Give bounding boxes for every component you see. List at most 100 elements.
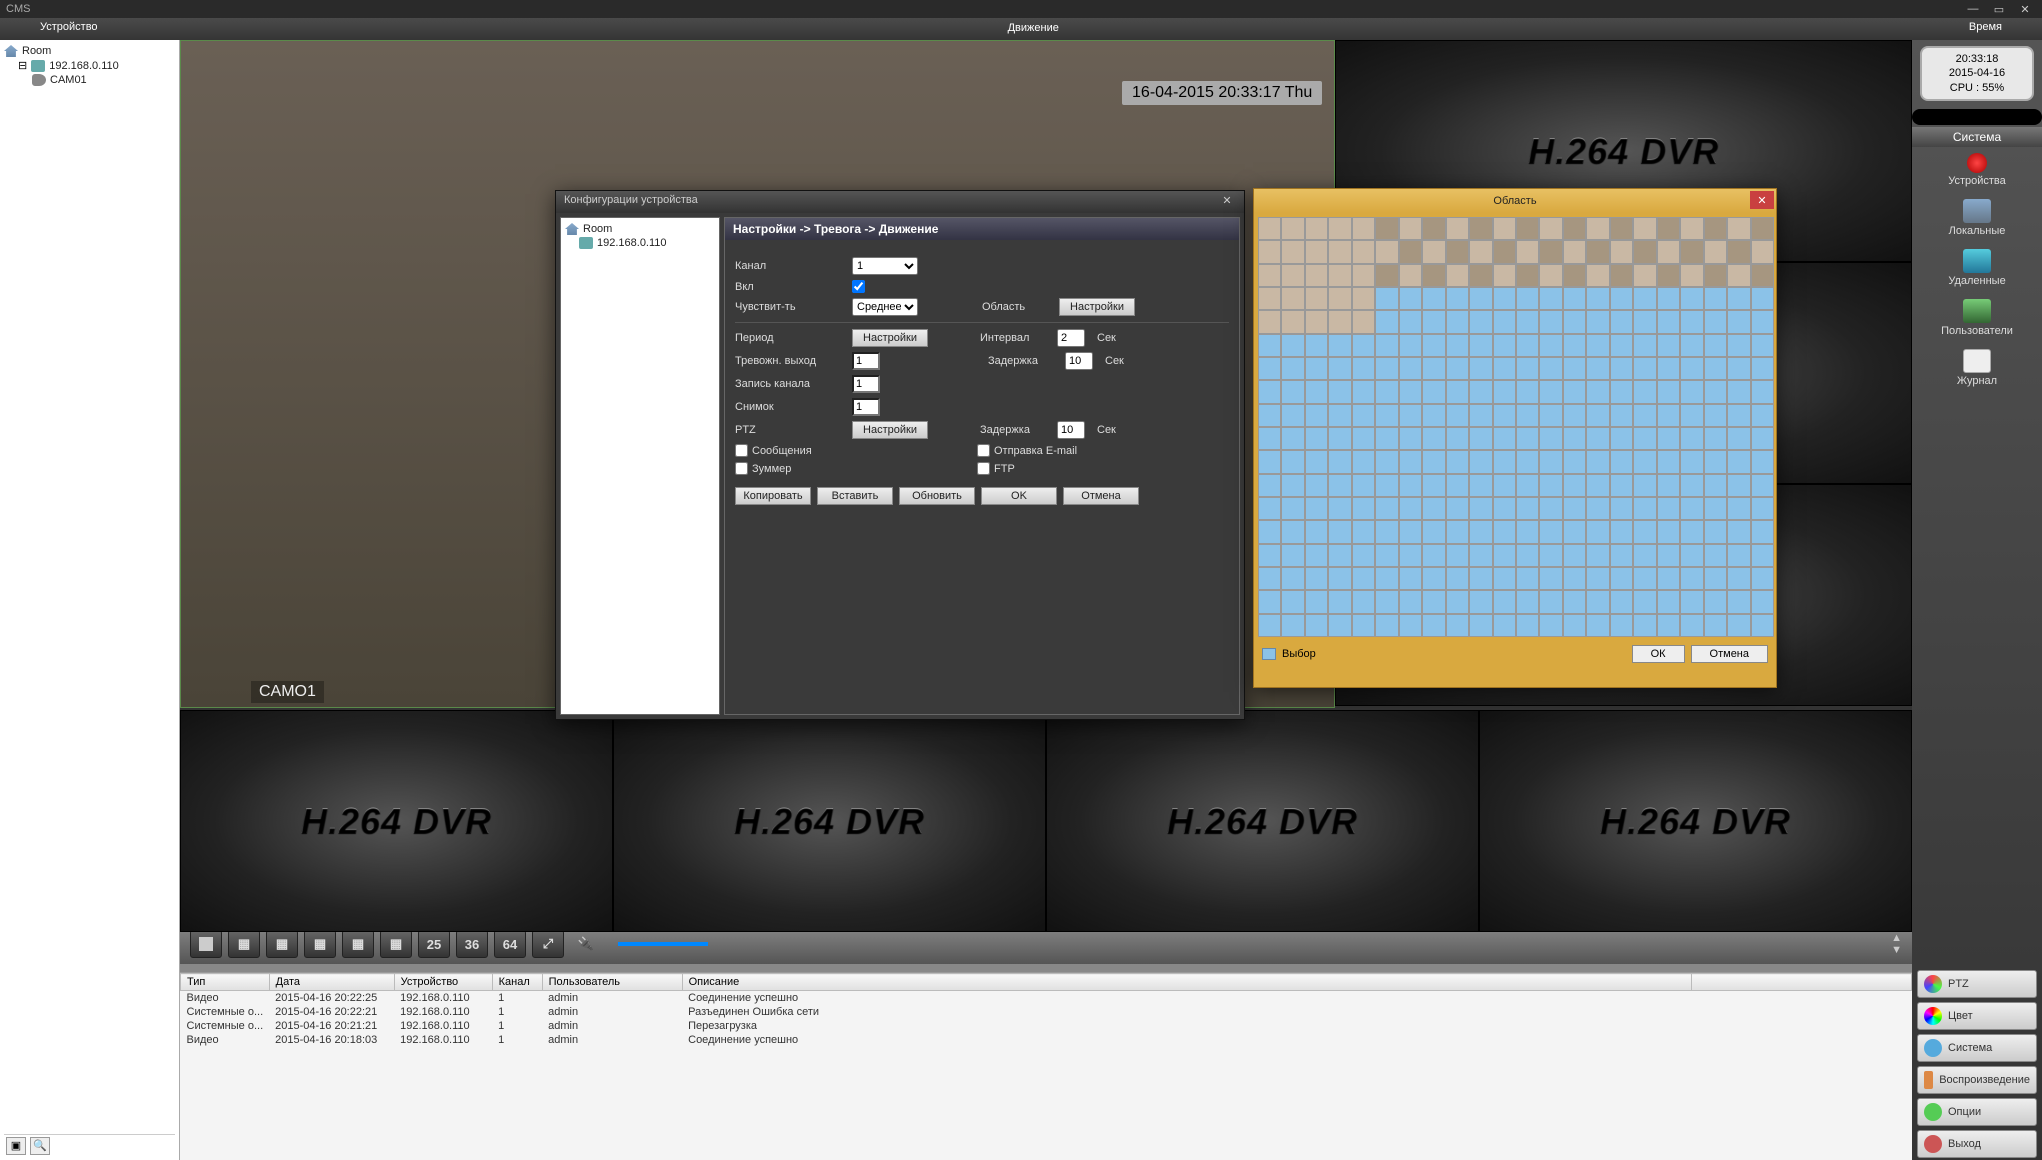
grid-cell[interactable] <box>1258 427 1281 450</box>
grid-cell[interactable] <box>1305 357 1328 380</box>
grid-cell[interactable] <box>1446 380 1469 403</box>
grid-cell[interactable] <box>1375 287 1398 310</box>
minimize-button[interactable]: — <box>1962 2 1984 16</box>
grid-cell[interactable] <box>1281 310 1304 333</box>
grid-cell[interactable] <box>1727 404 1750 427</box>
video-tile[interactable]: H.264 DVR <box>613 710 1046 932</box>
grid-cell[interactable] <box>1680 217 1703 240</box>
grid-cell[interactable] <box>1704 380 1727 403</box>
grid-cell[interactable] <box>1422 217 1445 240</box>
grid-cell[interactable] <box>1375 544 1398 567</box>
grid-cell[interactable] <box>1352 357 1375 380</box>
grid-cell[interactable] <box>1586 544 1609 567</box>
grid-cell[interactable] <box>1751 614 1774 637</box>
grid-cell[interactable] <box>1399 520 1422 543</box>
grid-cell[interactable] <box>1258 474 1281 497</box>
snapshot-input[interactable] <box>852 398 880 416</box>
grid-cell[interactable] <box>1704 287 1727 310</box>
grid-cell[interactable] <box>1399 497 1422 520</box>
grid-cell[interactable] <box>1469 380 1492 403</box>
grid-cell[interactable] <box>1328 544 1351 567</box>
grid-cell[interactable] <box>1610 614 1633 637</box>
ptz-delay-input[interactable] <box>1057 421 1085 439</box>
grid-cell[interactable] <box>1375 474 1398 497</box>
grid-cell[interactable] <box>1633 567 1656 590</box>
grid-cell[interactable] <box>1281 357 1304 380</box>
grid-cell[interactable] <box>1610 287 1633 310</box>
grid-cell[interactable] <box>1399 590 1422 613</box>
grid-cell[interactable] <box>1469 427 1492 450</box>
grid-cell[interactable] <box>1751 520 1774 543</box>
grid-cell[interactable] <box>1281 380 1304 403</box>
grid-cell[interactable] <box>1563 450 1586 473</box>
layout-64-button[interactable]: 64 <box>494 930 526 958</box>
video-tile[interactable]: H.264 DVR <box>1046 710 1479 932</box>
grid-cell[interactable] <box>1516 357 1539 380</box>
grid-cell[interactable] <box>1281 427 1304 450</box>
grid-cell[interactable] <box>1704 567 1727 590</box>
grid-cell[interactable] <box>1493 357 1516 380</box>
grid-cell[interactable] <box>1727 310 1750 333</box>
grid-cell[interactable] <box>1539 240 1562 263</box>
grid-cell[interactable] <box>1446 310 1469 333</box>
grid-cell[interactable] <box>1258 567 1281 590</box>
grid-cell[interactable] <box>1680 544 1703 567</box>
grid-cell[interactable] <box>1539 310 1562 333</box>
grid-cell[interactable] <box>1422 474 1445 497</box>
grid-cell[interactable] <box>1751 474 1774 497</box>
grid-cell[interactable] <box>1704 474 1727 497</box>
log-col-user[interactable]: Пользователь <box>542 974 682 991</box>
grid-cell[interactable] <box>1446 450 1469 473</box>
grid-cell[interactable] <box>1586 614 1609 637</box>
grid-cell[interactable] <box>1539 404 1562 427</box>
grid-cell[interactable] <box>1446 240 1469 263</box>
grid-cell[interactable] <box>1563 520 1586 543</box>
grid-cell[interactable] <box>1751 567 1774 590</box>
grid-cell[interactable] <box>1305 474 1328 497</box>
grid-cell[interactable] <box>1375 310 1398 333</box>
grid-cell[interactable] <box>1563 614 1586 637</box>
region-cancel-button[interactable]: Отмена <box>1691 645 1768 663</box>
grid-cell[interactable] <box>1563 264 1586 287</box>
grid-cell[interactable] <box>1610 567 1633 590</box>
interval-input[interactable] <box>1057 329 1085 347</box>
grid-cell[interactable] <box>1516 404 1539 427</box>
grid-cell[interactable] <box>1446 474 1469 497</box>
grid-cell[interactable] <box>1352 334 1375 357</box>
grid-cell[interactable] <box>1258 334 1281 357</box>
grid-cell[interactable] <box>1352 520 1375 543</box>
grid-cell[interactable] <box>1375 497 1398 520</box>
grid-cell[interactable] <box>1305 614 1328 637</box>
grid-cell[interactable] <box>1633 520 1656 543</box>
grid-cell[interactable] <box>1328 590 1351 613</box>
grid-cell[interactable] <box>1328 427 1351 450</box>
grid-cell[interactable] <box>1399 404 1422 427</box>
grid-cell[interactable] <box>1469 264 1492 287</box>
tree-camera[interactable]: CAM01 <box>32 73 175 87</box>
grid-cell[interactable] <box>1586 590 1609 613</box>
grid-cell[interactable] <box>1375 427 1398 450</box>
grid-cell[interactable] <box>1680 474 1703 497</box>
grid-cell[interactable] <box>1328 567 1351 590</box>
maximize-button[interactable]: ▭ <box>1988 2 2010 16</box>
grid-cell[interactable] <box>1352 264 1375 287</box>
grid-cell[interactable] <box>1610 450 1633 473</box>
grid-cell[interactable] <box>1563 357 1586 380</box>
grid-cell[interactable] <box>1727 287 1750 310</box>
grid-cell[interactable] <box>1281 544 1304 567</box>
grid-cell[interactable] <box>1422 427 1445 450</box>
grid-cell[interactable] <box>1680 497 1703 520</box>
region-titlebar[interactable]: Область ✕ <box>1254 189 1776 213</box>
grid-cell[interactable] <box>1563 334 1586 357</box>
grid-cell[interactable] <box>1610 474 1633 497</box>
grid-cell[interactable] <box>1399 474 1422 497</box>
grid-cell[interactable] <box>1727 240 1750 263</box>
grid-cell[interactable] <box>1563 240 1586 263</box>
paste-button[interactable]: Вставить <box>817 487 893 505</box>
layout-1-button[interactable] <box>190 930 222 958</box>
grid-cell[interactable] <box>1493 614 1516 637</box>
grid-cell[interactable] <box>1446 497 1469 520</box>
grid-cell[interactable] <box>1680 614 1703 637</box>
grid-cell[interactable] <box>1281 264 1304 287</box>
grid-cell[interactable] <box>1493 427 1516 450</box>
